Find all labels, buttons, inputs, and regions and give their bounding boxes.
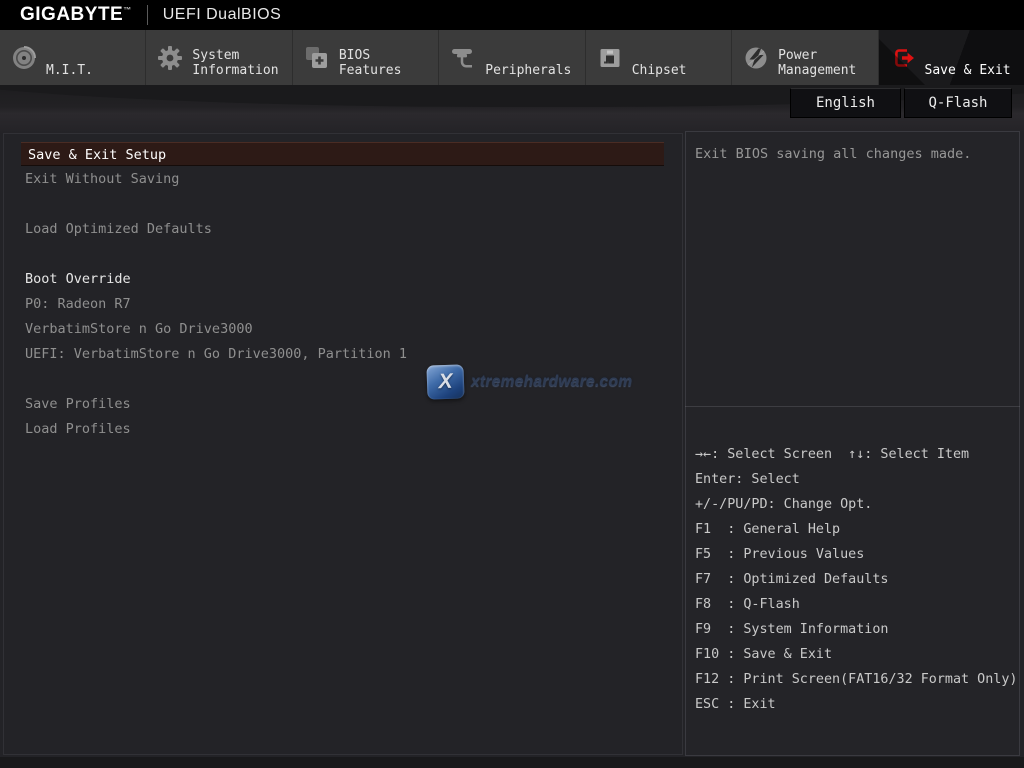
tab-label: Save & Exit <box>925 63 1020 78</box>
tab-label: Power Management <box>778 48 873 78</box>
chips-plus-icon <box>304 45 330 71</box>
menu-item-save-exit-setup[interactable]: Save & Exit Setup <box>21 142 664 166</box>
menu-item-boot-verbatim[interactable]: VerbatimStore n Go Drive3000 <box>4 317 664 341</box>
tab-mit[interactable]: M.I.T. <box>0 30 146 85</box>
language-button[interactable]: English <box>790 88 901 118</box>
firmware-title: UEFI DualBIOS <box>163 6 282 24</box>
key-legend: →←: Select Screen ↑↓: Select Item Enter:… <box>695 442 1015 717</box>
help-key-line: F10 : Save & Exit <box>695 642 1015 667</box>
menu-item-load-profiles[interactable]: Load Profiles <box>4 417 664 441</box>
tab-peripherals[interactable]: Peripherals <box>439 30 585 85</box>
tab-chipset[interactable]: Chipset <box>586 30 732 85</box>
gigabyte-logo: GIGABYTE™ <box>20 4 132 26</box>
help-key-line: F1 : General Help <box>695 517 1015 542</box>
help-key-line: Enter: Select <box>695 467 1015 492</box>
tab-label: BIOS Features <box>339 48 434 78</box>
bios-setup-screen: GIGABYTE™ UEFI DualBIOS M.I.T. <box>0 0 1024 768</box>
chip-icon <box>597 45 623 71</box>
tab-label: Peripherals <box>485 63 580 78</box>
tab-save-exit[interactable]: Save & Exit <box>879 30 1024 85</box>
tab-system-information[interactable]: System Information <box>146 30 292 85</box>
menu-panel: Save & Exit Setup Exit Without Saving Lo… <box>3 133 683 755</box>
exit-door-icon <box>890 45 916 71</box>
peripheral-cable-icon <box>450 45 476 71</box>
tab-label: Chipset <box>632 63 727 78</box>
help-key-line: F8 : Q-Flash <box>695 592 1015 617</box>
trademark-symbol: ™ <box>123 6 132 15</box>
help-key-line: F5 : Previous Values <box>695 542 1015 567</box>
help-panel: Exit BIOS saving all changes made. →←: S… <box>685 131 1020 756</box>
tab-label: System Information <box>192 48 287 78</box>
brand-text: GIGABYTE <box>20 4 123 25</box>
item-description: Exit BIOS saving all changes made. <box>695 145 1013 163</box>
help-key-line: F7 : Optimized Defaults <box>695 567 1015 592</box>
tab-power-management[interactable]: Power Management <box>732 30 878 85</box>
menu-item-boot-p0-radeon[interactable]: P0: Radeon R7 <box>4 292 664 316</box>
mit-dial-icon <box>11 45 37 71</box>
menu-item-boot-uefi-verbatim[interactable]: UEFI: VerbatimStore n Go Drive3000, Part… <box>4 342 664 366</box>
tab-bar: M.I.T. System Information <box>0 30 1024 85</box>
qflash-button[interactable]: Q-Flash <box>904 88 1012 118</box>
help-key-line: ESC : Exit <box>695 692 1015 717</box>
help-key-line: F12 : Print Screen(FAT16/32 Format Only) <box>695 667 1015 692</box>
menu-item-exit-without-saving[interactable]: Exit Without Saving <box>4 167 664 191</box>
help-key-line: →←: Select Screen ↑↓: Select Item <box>695 442 1015 467</box>
gear-icon <box>157 45 183 71</box>
menu-item-load-optimized-defaults[interactable]: Load Optimized Defaults <box>4 217 664 241</box>
help-panel-divider <box>685 406 1020 407</box>
watermark: X xtremehardware.com <box>427 365 632 399</box>
menu-heading-boot-override: Boot Override <box>4 267 664 291</box>
watermark-x-logo-icon: X <box>426 364 464 399</box>
help-key-line: F9 : System Information <box>695 617 1015 642</box>
titlebar-divider <box>147 5 148 25</box>
tab-label: M.I.T. <box>46 63 141 78</box>
bottom-strip <box>0 757 1024 768</box>
titlebar: GIGABYTE™ UEFI DualBIOS <box>0 0 1024 30</box>
help-key-line: +/-/PU/PD: Change Opt. <box>695 492 1015 517</box>
tab-bios-features[interactable]: BIOS Features <box>293 30 439 85</box>
power-bolt-icon <box>743 45 769 71</box>
watermark-text: xtremehardware.com <box>471 373 632 391</box>
